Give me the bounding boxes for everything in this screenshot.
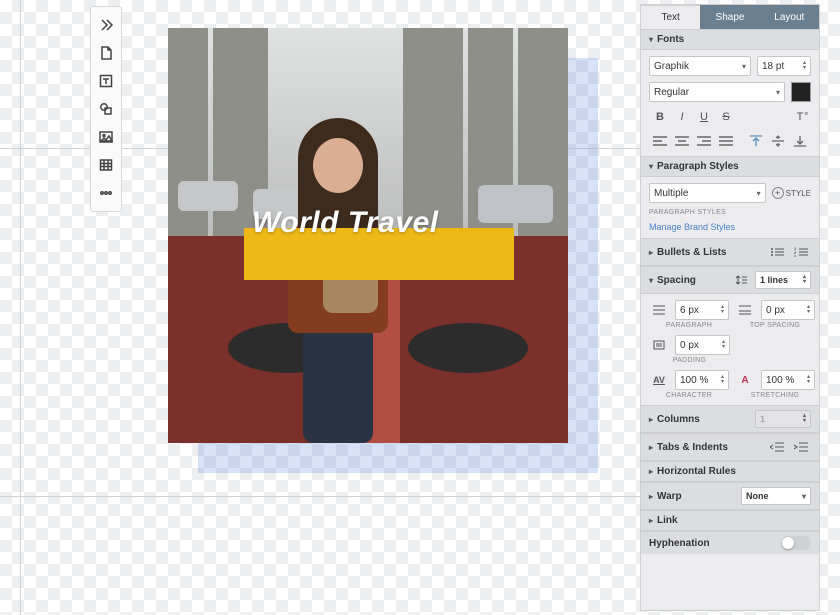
panel-tabs: Text Shape Layout [641, 5, 819, 29]
indent-button[interactable] [791, 438, 811, 456]
top-spacing-input[interactable]: 0 px▴▾ [761, 300, 815, 320]
guide-vertical[interactable] [20, 0, 21, 615]
stretching-label: STRETCHING [735, 392, 815, 399]
section-link[interactable]: Link [641, 510, 819, 531]
line-spacing-input[interactable]: 1 lines▴▾ [755, 271, 811, 289]
photo-placeholder: World Travel [168, 28, 568, 443]
character-spacing-input[interactable]: 100 %▴▾ [675, 370, 729, 390]
section-label: Link [657, 515, 678, 526]
padding-input[interactable]: 0 px▴▾ [675, 335, 730, 355]
underline-button[interactable]: U [693, 108, 715, 126]
section-fonts[interactable]: Fonts [641, 29, 819, 50]
add-style-button[interactable]: +STYLE [772, 187, 811, 199]
valign-bottom-button[interactable] [789, 132, 811, 150]
text-icon[interactable] [93, 67, 119, 95]
svg-text:3: 3 [794, 254, 797, 257]
character-spacing-icon: AV [649, 371, 669, 389]
section-columns[interactable]: Columns 1▴▾ [641, 405, 819, 433]
section-label: Bullets & Lists [657, 247, 726, 258]
section-bullets[interactable]: Bullets & Lists 123 [641, 238, 819, 266]
font-color-swatch[interactable] [791, 82, 811, 102]
paragraph-spacing-input[interactable]: 6 px▴▾ [675, 300, 729, 320]
more-icon[interactable] [93, 179, 119, 207]
section-warp[interactable]: Warp None▾ [641, 482, 819, 510]
paragraph-spacing-icon [649, 301, 669, 319]
font-family-select[interactable]: Graphik [649, 56, 751, 76]
align-center-button[interactable] [671, 132, 693, 150]
canvas-image-frame[interactable]: World Travel [168, 28, 568, 443]
section-hyphenation[interactable]: Hyphenation [641, 531, 819, 554]
columns-input[interactable]: 1▴▾ [755, 410, 811, 428]
hyphenation-toggle[interactable] [781, 536, 811, 550]
stretching-input[interactable]: 100 %▴▾ [761, 370, 815, 390]
valign-top-button[interactable] [745, 132, 767, 150]
font-weight-select[interactable]: Regular [649, 82, 785, 102]
image-icon[interactable] [93, 123, 119, 151]
tab-text[interactable]: Text [641, 5, 700, 29]
section-label: Horizontal Rules [657, 466, 736, 477]
section-tabs-indents[interactable]: Tabs & Indents [641, 433, 819, 461]
font-size-input[interactable]: 18 pt▴▾ [757, 56, 811, 76]
section-label: Paragraph Styles [657, 161, 739, 172]
top-spacing-label: TOP SPACING [735, 322, 815, 329]
section-paragraph-styles[interactable]: Paragraph Styles [641, 156, 819, 177]
title-text[interactable]: World Travel [252, 206, 439, 240]
clear-format-button[interactable]: T× [789, 108, 811, 126]
section-hrules[interactable]: Horizontal Rules [641, 461, 819, 482]
align-left-button[interactable] [649, 132, 671, 150]
paragraph-styles-sublabel: PARAGRAPH STYLES [649, 209, 811, 216]
bullet-list-button[interactable] [767, 243, 787, 261]
tab-layout[interactable]: Layout [760, 5, 819, 29]
warp-select[interactable]: None▾ [741, 487, 811, 505]
expand-icon[interactable] [93, 11, 119, 39]
padding-icon [649, 336, 669, 354]
section-label: Fonts [657, 34, 684, 45]
page-icon[interactable] [93, 39, 119, 67]
section-label: Spacing [657, 275, 696, 286]
table-icon[interactable] [93, 151, 119, 179]
align-justify-button[interactable] [715, 132, 737, 150]
tab-shape[interactable]: Shape [700, 5, 759, 29]
left-toolbar [90, 6, 122, 212]
numbered-list-button[interactable]: 123 [791, 243, 811, 261]
paragraph-label: PARAGRAPH [649, 322, 729, 329]
shape-icon[interactable] [93, 95, 119, 123]
italic-button[interactable]: I [671, 108, 693, 126]
section-label: Warp [657, 491, 682, 502]
section-label: Hyphenation [649, 538, 710, 549]
properties-panel: Text Shape Layout Fonts Graphik 18 pt▴▾ … [640, 4, 820, 611]
outdent-button[interactable] [767, 438, 787, 456]
top-spacing-icon [735, 301, 755, 319]
padding-label: PADDING [649, 357, 730, 364]
character-label: CHARACTER [649, 392, 729, 399]
stretching-icon: A [735, 371, 755, 389]
paragraph-style-select[interactable]: Multiple [649, 183, 766, 203]
line-spacing-icon [731, 271, 751, 289]
valign-middle-button[interactable] [767, 132, 789, 150]
strike-button[interactable]: S [715, 108, 737, 126]
section-spacing[interactable]: Spacing 1 lines▴▾ [641, 266, 819, 294]
section-label: Columns [657, 414, 700, 425]
align-right-button[interactable] [693, 132, 715, 150]
section-label: Tabs & Indents [657, 442, 728, 453]
guide-horizontal[interactable] [0, 496, 640, 497]
manage-brand-styles-link[interactable]: Manage Brand Styles [649, 222, 811, 232]
bold-button[interactable]: B [649, 108, 671, 126]
